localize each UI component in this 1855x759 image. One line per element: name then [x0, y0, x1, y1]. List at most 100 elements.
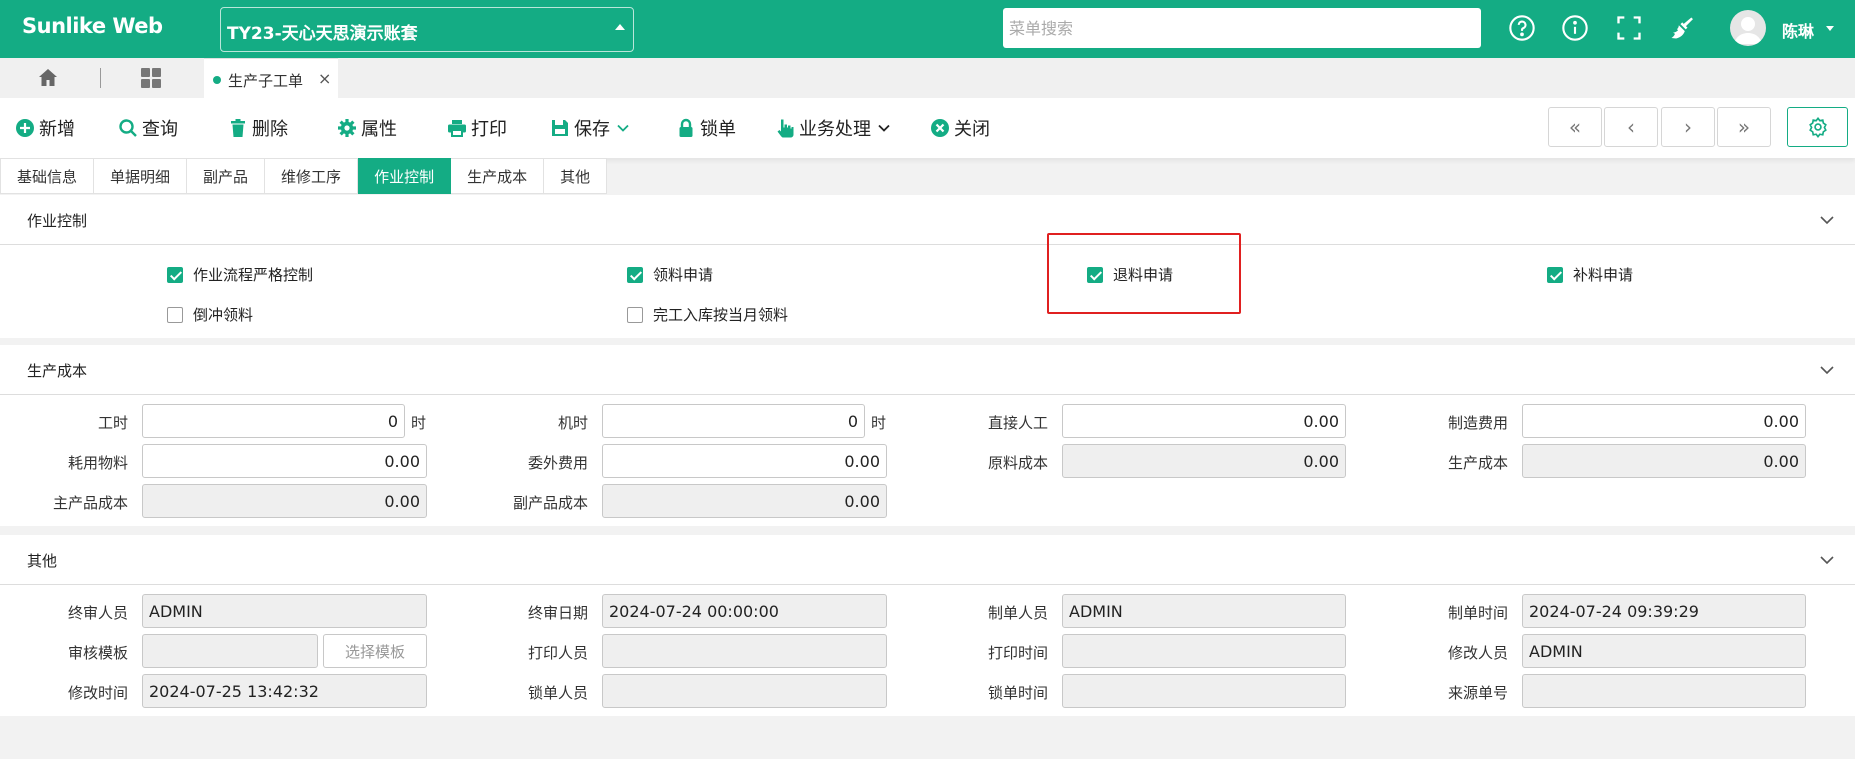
prev-record-button[interactable]: ‹: [1604, 107, 1658, 147]
settings-button[interactable]: [1787, 107, 1848, 147]
material-supplement-checkbox[interactable]: 补料申请: [1547, 264, 1633, 285]
chevron-down-icon[interactable]: [616, 121, 630, 135]
tab-label: 生产子工单: [228, 72, 304, 90]
production-cost-panel: 生产成本 工时 时 机时 时 直接人工 制造费用 耗用物料 委外费用 原料成本 …: [0, 345, 1855, 526]
next-record-button[interactable]: ›: [1661, 107, 1715, 147]
toolbar: 新增 查询 删除 属性 打印 保存 锁单 业务处理 关闭 « ‹ › »: [0, 98, 1855, 158]
tab-by-products[interactable]: 副产品: [187, 158, 266, 194]
section-tabs: 基础信息 单据明细 副产品 维修工序 作业控制 生产成本 其他: [0, 158, 608, 194]
consumables-input[interactable]: [142, 444, 427, 478]
lock-time-label: 锁单时间: [987, 684, 1048, 702]
tab-production-suborder[interactable]: 生产子工单 ×: [204, 58, 338, 98]
info-icon[interactable]: [1561, 14, 1589, 42]
first-record-button[interactable]: «: [1548, 107, 1602, 147]
chevron-down-icon[interactable]: [1819, 212, 1835, 228]
tab-divider: [100, 68, 101, 88]
machine-hours-label: 机时: [557, 414, 588, 432]
direct-labor-input[interactable]: [1062, 404, 1346, 438]
chevron-down-icon[interactable]: [877, 121, 891, 135]
print-button[interactable]: 打印: [447, 116, 507, 140]
select-template-button[interactable]: 选择模板: [323, 634, 427, 668]
panel-title: 作业控制: [27, 212, 88, 230]
tab-repair-process[interactable]: 维修工序: [265, 158, 359, 194]
modifier-label: 修改人员: [1447, 644, 1508, 662]
save-button[interactable]: 保存: [550, 116, 630, 140]
close-circle-icon: [930, 118, 950, 138]
panel-title: 生产成本: [27, 362, 88, 380]
delete-button[interactable]: 删除: [228, 116, 288, 140]
final-reviewer-input: [142, 594, 427, 628]
tab-other[interactable]: 其他: [544, 158, 608, 194]
account-name: TY23-天心天思演示账套: [227, 24, 418, 44]
chevron-down-icon[interactable]: [1819, 552, 1835, 568]
app-header: Sunlike Web TY23-天心天思演示账套 陈琳: [0, 0, 1855, 58]
close-tab-icon[interactable]: ×: [318, 69, 331, 88]
main-product-cost-input: [142, 484, 427, 518]
fullscreen-icon[interactable]: [1615, 14, 1643, 42]
printer-icon: [447, 118, 467, 138]
tab-document-details[interactable]: 单据明细: [94, 158, 188, 194]
chevron-down-icon[interactable]: [1819, 362, 1835, 378]
user-name[interactable]: 陈琳: [1782, 18, 1814, 42]
material-request-checkbox[interactable]: 领料申请: [627, 264, 713, 285]
tab-basic-info[interactable]: 基础信息: [0, 158, 95, 194]
machine-hours-input[interactable]: [602, 404, 865, 438]
document-tab-bar: 生产子工单 ×: [0, 58, 1855, 98]
operation-control-panel: 作业控制 作业流程严格控制 领料申请 退料申请 补料申请 倒冲领料 完工入库按当…: [0, 195, 1855, 338]
close-button[interactable]: 关闭: [930, 116, 990, 140]
clean-broom-icon[interactable]: [1668, 14, 1696, 42]
manufacturing-cost-input[interactable]: [1522, 404, 1806, 438]
labor-hours-unit: 时: [411, 414, 427, 432]
strict-workflow-checkbox[interactable]: 作业流程严格控制: [167, 264, 313, 285]
plus-circle-icon: [15, 118, 35, 138]
new-label: 新增: [39, 119, 75, 140]
save-label: 保存: [574, 119, 610, 140]
checkbox-unchecked-icon[interactable]: [627, 306, 643, 323]
other-panel: 其他 终审人员 终审日期 制单人员 制单时间 审核模板 选择模板 打印人员 打印…: [0, 535, 1855, 716]
new-button[interactable]: 新增: [15, 116, 75, 140]
lock-button[interactable]: 锁单: [676, 116, 736, 140]
apps-grid-icon[interactable]: [139, 66, 163, 90]
account-selector[interactable]: TY23-天心天思演示账套: [220, 7, 634, 52]
avatar[interactable]: [1730, 10, 1766, 46]
checkbox-checked-icon[interactable]: [167, 266, 183, 283]
panel-header[interactable]: 生产成本: [0, 345, 1855, 395]
menu-search-input[interactable]: [1003, 8, 1481, 48]
by-product-cost-input: [602, 484, 887, 518]
properties-button[interactable]: 属性: [337, 116, 397, 140]
checkbox-label: 退料申请: [1113, 266, 1174, 284]
checkbox-checked-icon[interactable]: [627, 266, 643, 283]
outsourcing-cost-input[interactable]: [602, 444, 887, 478]
checkbox-checked-icon[interactable]: [1547, 266, 1563, 283]
locker-label: 锁单人员: [527, 684, 588, 702]
checkbox-label: 领料申请: [653, 266, 714, 284]
backflush-checkbox[interactable]: 倒冲领料: [167, 304, 253, 325]
help-icon[interactable]: [1508, 14, 1536, 42]
last-record-button[interactable]: »: [1717, 107, 1771, 147]
checkbox-label: 补料申请: [1573, 266, 1634, 284]
home-icon[interactable]: [36, 66, 60, 90]
modifier-input: [1522, 634, 1806, 668]
source-no-input: [1522, 674, 1806, 708]
checkbox-label: 作业流程严格控制: [193, 266, 314, 284]
printer-label: 打印人员: [527, 644, 588, 662]
lock-icon: [676, 118, 696, 138]
print-time-input: [1062, 634, 1346, 668]
material-return-checkbox[interactable]: 退料申请: [1087, 264, 1173, 285]
tab-production-cost[interactable]: 生产成本: [451, 158, 545, 194]
panel-header[interactable]: 作业控制: [0, 195, 1855, 245]
production-cost-input: [1522, 444, 1806, 478]
print-label: 打印: [471, 119, 507, 140]
labor-hours-input[interactable]: [142, 404, 405, 438]
checkbox-checked-icon[interactable]: [1087, 266, 1103, 283]
tab-operation-control[interactable]: 作业控制: [358, 158, 452, 194]
final-review-date-input: [602, 594, 887, 628]
query-button[interactable]: 查询: [118, 116, 178, 140]
panel-header[interactable]: 其他: [0, 535, 1855, 585]
gear-icon: [337, 118, 357, 138]
app-logo: Sunlike Web: [22, 14, 163, 38]
business-process-button[interactable]: 业务处理: [775, 116, 891, 140]
checkbox-unchecked-icon[interactable]: [167, 306, 183, 323]
caret-down-icon[interactable]: [1826, 26, 1834, 31]
completion-monthly-issue-checkbox[interactable]: 完工入库按当月领料: [627, 304, 788, 325]
